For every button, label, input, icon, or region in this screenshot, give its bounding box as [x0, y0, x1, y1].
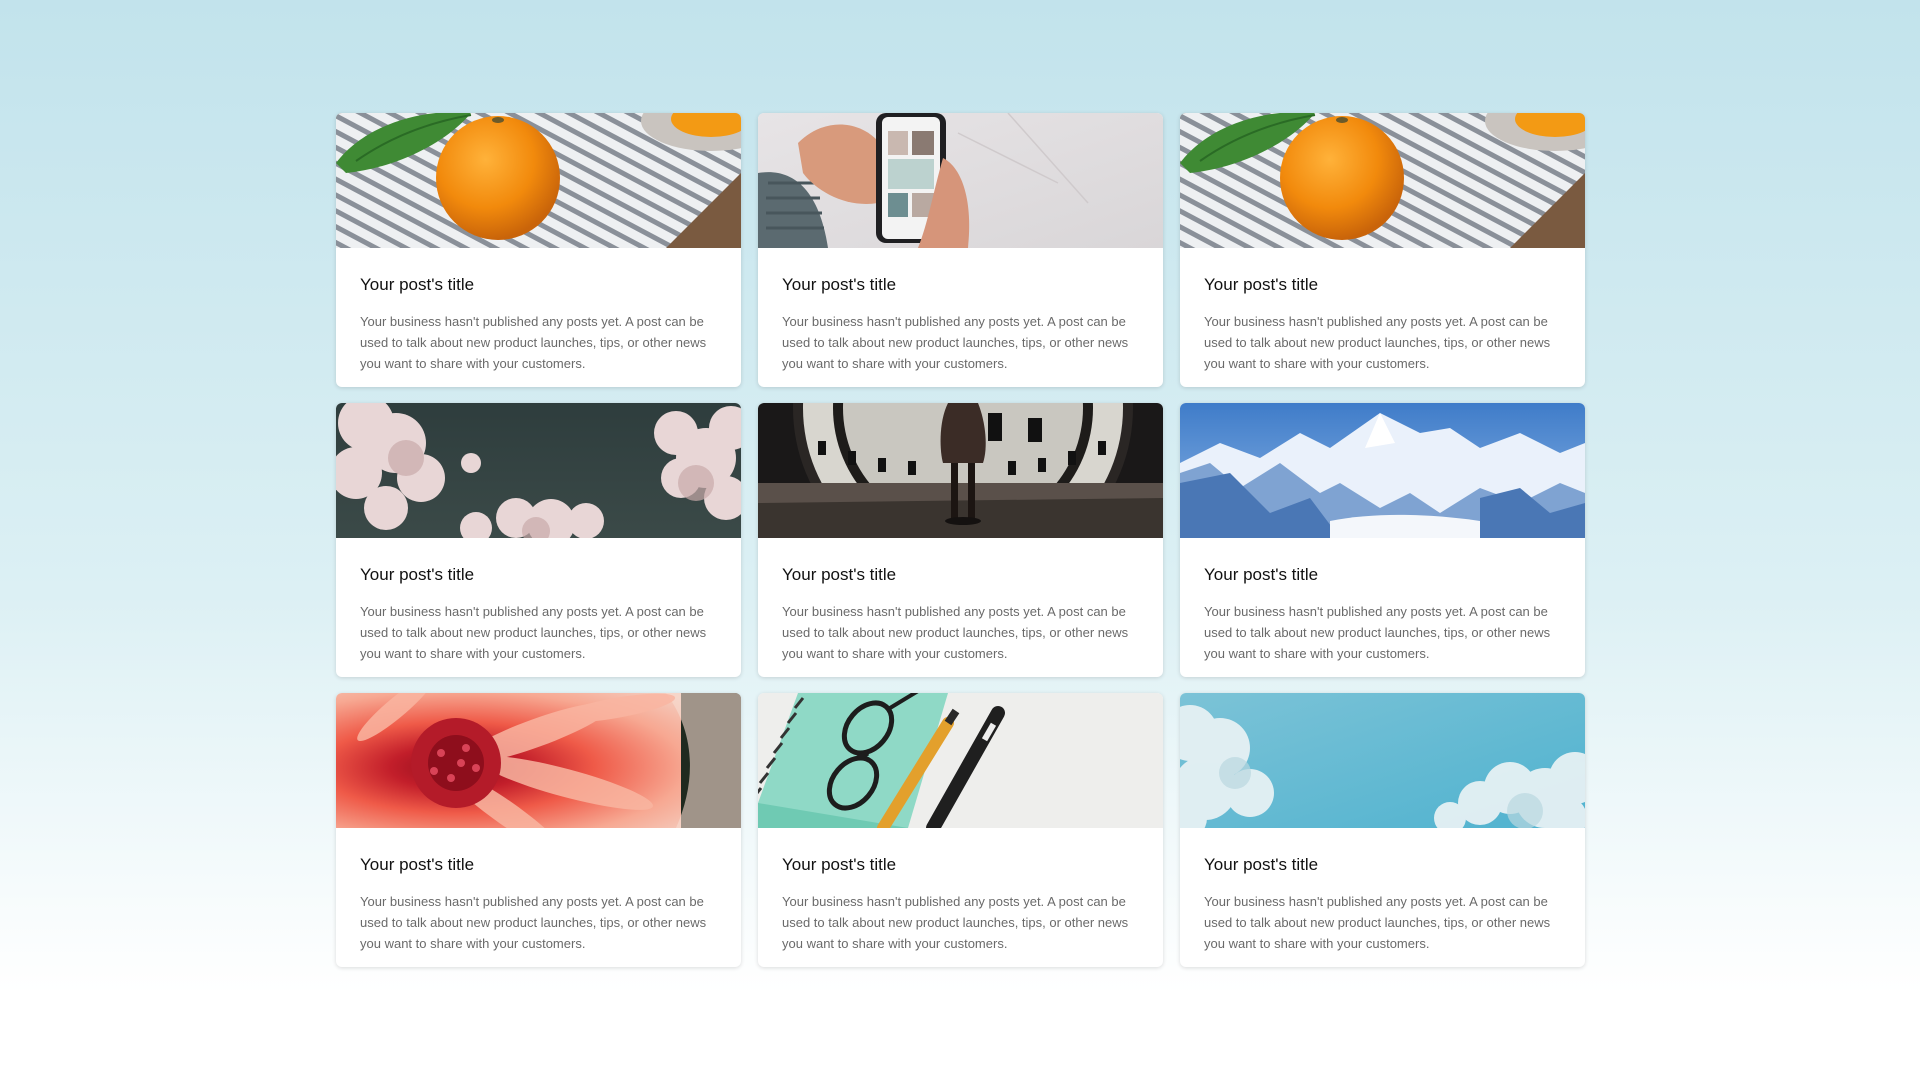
- post-card[interactable]: Your post's title Your business hasn't p…: [758, 113, 1163, 387]
- post-title: Your post's title: [360, 275, 475, 294]
- post-title: Your post's title: [360, 565, 475, 584]
- post-image: [1180, 113, 1585, 248]
- post-card[interactable]: Your post's title Your business hasn't p…: [758, 403, 1163, 677]
- post-description: Your business hasn't published any posts…: [782, 604, 1129, 661]
- post-image: [336, 693, 741, 828]
- post-card[interactable]: Your post's title Your business hasn't p…: [336, 403, 741, 677]
- post-title: Your post's title: [782, 565, 897, 584]
- post-image: [1180, 693, 1585, 828]
- post-description: Your business hasn't published any posts…: [360, 894, 707, 951]
- post-card[interactable]: Your post's title Your business hasn't p…: [1180, 403, 1585, 677]
- post-title: Your post's title: [360, 855, 475, 874]
- post-description: Your business hasn't published any posts…: [360, 314, 707, 371]
- post-image: [336, 113, 741, 248]
- post-card[interactable]: Your post's title Your business hasn't p…: [336, 693, 741, 967]
- post-card[interactable]: Your post's title Your business hasn't p…: [336, 113, 741, 387]
- post-image: [758, 693, 1163, 828]
- post-card[interactable]: Your post's title Your business hasn't p…: [758, 693, 1163, 967]
- post-description: Your business hasn't published any posts…: [1204, 894, 1551, 951]
- post-image: [758, 113, 1163, 248]
- post-title: Your post's title: [782, 855, 897, 874]
- post-title: Your post's title: [1204, 855, 1319, 874]
- post-title: Your post's title: [1204, 565, 1319, 584]
- post-card[interactable]: Your post's title Your business hasn't p…: [1180, 693, 1585, 967]
- post-title: Your post's title: [782, 275, 897, 294]
- post-description: Your business hasn't published any posts…: [1204, 604, 1551, 661]
- post-description: Your business hasn't published any posts…: [1204, 314, 1551, 371]
- post-description: Your business hasn't published any posts…: [360, 604, 707, 661]
- post-card[interactable]: Your post's title Your business hasn't p…: [1180, 113, 1585, 387]
- post-image: [1180, 403, 1585, 538]
- post-image: [758, 403, 1163, 538]
- post-description: Your business hasn't published any posts…: [782, 314, 1129, 371]
- posts-grid: Your post's title Your business hasn't p…: [336, 113, 1585, 967]
- post-description: Your business hasn't published any posts…: [782, 894, 1129, 951]
- post-image: [336, 403, 741, 538]
- post-title: Your post's title: [1204, 275, 1319, 294]
